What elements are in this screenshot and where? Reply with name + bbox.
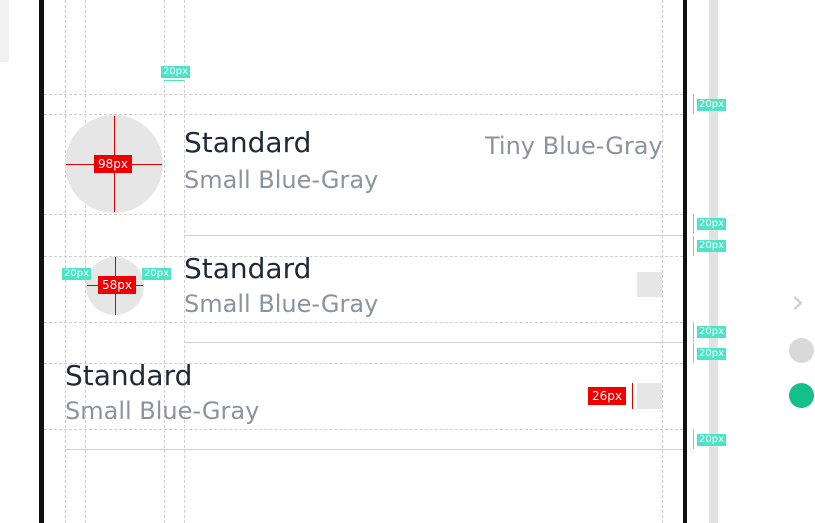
trailing-placeholder[interactable] [637, 272, 662, 297]
spec-line [632, 383, 633, 409]
spacing-spec-line [693, 236, 694, 256]
list-item[interactable]: Standard Small Blue-Gray [44, 252, 683, 322]
list-item-title: Standard [184, 126, 312, 159]
size-spec-label: 98px [94, 155, 132, 173]
spacing-spec-label: 20px [697, 326, 726, 338]
guide-line [44, 94, 683, 95]
spacing-spec-line [693, 322, 694, 342]
spacing-spec-line [164, 80, 184, 81]
spacing-spec-line [693, 429, 694, 449]
guide-line [44, 429, 683, 430]
spacing-spec-label: 20px [62, 268, 91, 280]
chevron-right-icon[interactable]: › [791, 285, 805, 319]
list-item-subtitle: Small Blue-Gray [184, 166, 379, 194]
spacing-spec-line [693, 214, 694, 234]
spacing-spec-label: 20px [697, 99, 726, 111]
size-spec-label: 58px [98, 276, 136, 294]
trailing-placeholder[interactable] [637, 383, 662, 409]
device-frame-right [683, 0, 687, 523]
row-divider [184, 342, 683, 343]
list-item-title: Standard [65, 359, 193, 392]
list-item-trailing-text: Tiny Blue-Gray [485, 132, 663, 160]
spacing-spec-line [693, 343, 694, 363]
spacing-spec-label: 20px [161, 66, 190, 78]
spacing-spec-label: 20px [697, 218, 726, 230]
list-item-subtitle: Small Blue-Gray [184, 290, 379, 318]
list-item-title: Standard [184, 252, 312, 285]
pagination-dot-active-icon[interactable] [789, 383, 814, 408]
row-divider [65, 449, 683, 450]
spacing-spec-label: 20px [697, 240, 726, 252]
guide-line [44, 322, 683, 323]
guide-line [44, 214, 683, 215]
spacing-spec-label: 20px [142, 268, 171, 280]
left-edge-strip [0, 0, 9, 62]
size-spec-label: 26px [588, 387, 626, 405]
list-item-subtitle: Small Blue-Gray [65, 397, 260, 425]
spacing-spec-line [693, 94, 694, 114]
pagination-dot-icon[interactable] [789, 338, 814, 363]
spacing-spec-label: 20px [697, 348, 726, 360]
spacing-spec-label: 20px [697, 434, 726, 446]
row-divider [184, 235, 683, 236]
